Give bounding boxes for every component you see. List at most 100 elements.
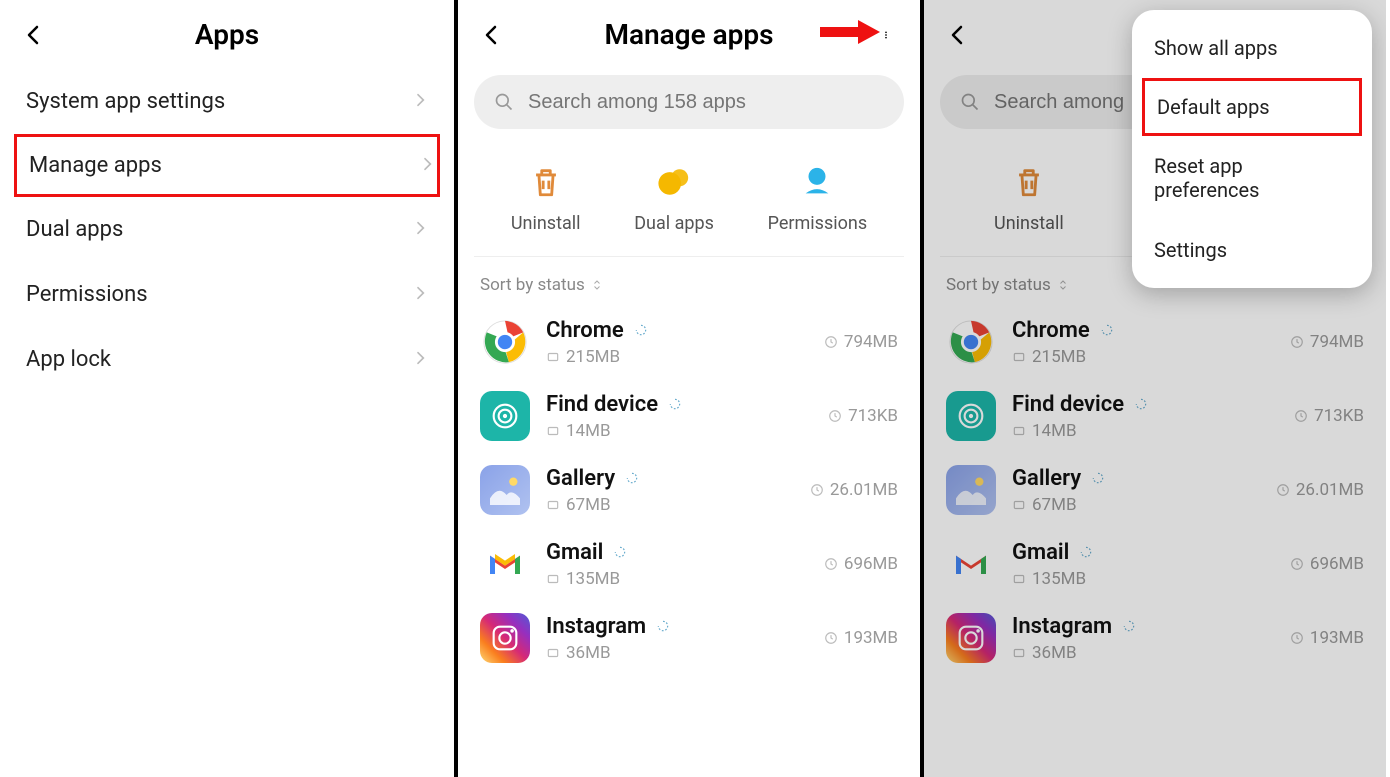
action-label: Uninstall bbox=[994, 213, 1064, 234]
more-vert-icon bbox=[882, 24, 890, 46]
back-button[interactable] bbox=[478, 21, 506, 49]
sort-button[interactable]: Sort by status bbox=[458, 257, 920, 305]
chevron-right-icon bbox=[412, 282, 428, 307]
storage-icon bbox=[546, 646, 560, 660]
app-row-gmail[interactable]: Gmail 135MB 696MB bbox=[924, 527, 1386, 601]
clock-icon bbox=[810, 483, 824, 497]
chevron-right-icon bbox=[412, 347, 428, 372]
app-row-instagram[interactable]: Instagram 36MB 193MB bbox=[458, 601, 920, 675]
app-data: 193MB bbox=[844, 628, 898, 648]
back-button[interactable] bbox=[20, 21, 48, 49]
chevron-right-icon bbox=[412, 89, 428, 114]
app-row-chrome[interactable]: Chrome 215MB 794MB bbox=[458, 305, 920, 379]
app-data: 713KB bbox=[1314, 406, 1364, 426]
app-data: 794MB bbox=[1310, 332, 1364, 352]
search-icon bbox=[960, 92, 980, 112]
back-button[interactable] bbox=[944, 21, 972, 49]
app-row-chrome[interactable]: Chrome 215MB 794MB bbox=[924, 305, 1386, 379]
header: Apps bbox=[0, 0, 454, 69]
app-row-instagram[interactable]: Instagram 36MB 193MB bbox=[924, 601, 1386, 675]
storage-icon bbox=[546, 424, 560, 438]
app-name: Find device bbox=[546, 392, 658, 417]
row-system-app-settings[interactable]: System app settings bbox=[0, 69, 454, 134]
row-label: System app settings bbox=[26, 89, 412, 114]
refresh-badge-icon bbox=[634, 323, 648, 337]
app-row-find-device[interactable]: Find device 14MB 713KB bbox=[458, 379, 920, 453]
storage-icon bbox=[546, 350, 560, 364]
search-input[interactable] bbox=[528, 91, 884, 114]
app-icon-find-device bbox=[480, 391, 530, 441]
trash-icon bbox=[1010, 163, 1048, 201]
app-name: Gmail bbox=[1012, 540, 1069, 565]
action-uninstall[interactable]: Uninstall bbox=[994, 163, 1064, 234]
manage-apps-screen: Manage apps Uninstall Dual apps bbox=[458, 0, 924, 777]
row-dual-apps[interactable]: Dual apps bbox=[0, 197, 454, 262]
app-row-gmail[interactable]: Gmail 135MB 696MB bbox=[458, 527, 920, 601]
refresh-badge-icon bbox=[613, 545, 627, 559]
clock-icon bbox=[828, 409, 842, 423]
refresh-badge-icon bbox=[1091, 471, 1105, 485]
search-icon bbox=[494, 92, 514, 112]
menu-settings[interactable]: Settings bbox=[1132, 220, 1372, 280]
manage-apps-menu-screen: Man Uninstall D . Sort by status Chrome … bbox=[924, 0, 1386, 777]
clock-icon bbox=[1294, 409, 1308, 423]
refresh-badge-icon bbox=[1134, 397, 1148, 411]
clock-icon bbox=[824, 557, 838, 571]
storage-icon bbox=[1012, 350, 1026, 364]
action-permissions[interactable]: Permissions bbox=[768, 163, 868, 234]
app-row-gallery[interactable]: Gallery 67MB 26.01MB bbox=[924, 453, 1386, 527]
sort-caret-icon bbox=[1057, 279, 1069, 291]
clock-icon bbox=[1290, 631, 1304, 645]
app-data: 696MB bbox=[1310, 554, 1364, 574]
storage-icon bbox=[1012, 646, 1026, 660]
row-permissions[interactable]: Permissions bbox=[0, 262, 454, 327]
app-size: 135MB bbox=[1032, 569, 1086, 589]
row-label: Dual apps bbox=[26, 217, 412, 242]
app-row-find-device[interactable]: Find device 14MB 713KB bbox=[924, 379, 1386, 453]
overflow-menu: Show all apps Default apps Reset app pre… bbox=[1132, 10, 1372, 288]
permissions-icon bbox=[798, 163, 836, 201]
menu-show-all-apps[interactable]: Show all apps bbox=[1132, 18, 1372, 78]
page-title: Manage apps bbox=[506, 18, 872, 51]
apps-settings-screen: Apps System app settings Manage apps Dua… bbox=[0, 0, 458, 777]
row-label: App lock bbox=[26, 347, 412, 372]
app-size: 67MB bbox=[566, 495, 611, 515]
app-icon-gmail bbox=[480, 539, 530, 589]
app-icon-instagram bbox=[480, 613, 530, 663]
menu-default-apps[interactable]: Default apps bbox=[1142, 78, 1362, 136]
overflow-menu-button[interactable] bbox=[872, 21, 900, 49]
row-app-lock[interactable]: App lock bbox=[0, 327, 454, 392]
storage-icon bbox=[1012, 424, 1026, 438]
menu-reset-preferences[interactable]: Reset app preferences bbox=[1132, 136, 1372, 220]
clock-icon bbox=[1290, 557, 1304, 571]
header: Manage apps bbox=[458, 0, 920, 69]
row-manage-apps[interactable]: Manage apps bbox=[14, 134, 440, 197]
action-dual-apps[interactable]: Dual apps bbox=[634, 163, 714, 234]
storage-icon bbox=[1012, 498, 1026, 512]
clock-icon bbox=[1276, 483, 1290, 497]
action-strip: Uninstall Dual apps Permissions bbox=[474, 143, 904, 257]
app-size: 135MB bbox=[566, 569, 620, 589]
search-bar[interactable] bbox=[474, 75, 904, 129]
app-icon-gmail bbox=[946, 539, 996, 589]
refresh-badge-icon bbox=[656, 619, 670, 633]
app-name: Instagram bbox=[546, 614, 646, 639]
app-icon-gallery bbox=[946, 465, 996, 515]
app-size: 14MB bbox=[566, 421, 611, 441]
refresh-badge-icon bbox=[668, 397, 682, 411]
app-row-gallery[interactable]: Gallery 67MB 26.01MB bbox=[458, 453, 920, 527]
app-data: 26.01MB bbox=[1296, 480, 1364, 500]
app-name: Instagram bbox=[1012, 614, 1112, 639]
app-name: Chrome bbox=[1012, 318, 1090, 343]
app-size: 215MB bbox=[566, 347, 620, 367]
app-size: 36MB bbox=[1032, 643, 1077, 663]
action-label: Dual apps bbox=[634, 213, 714, 234]
refresh-badge-icon bbox=[1100, 323, 1114, 337]
action-label: Uninstall bbox=[511, 213, 581, 234]
chevron-left-icon bbox=[946, 23, 970, 47]
app-data: 713KB bbox=[848, 406, 898, 426]
action-uninstall[interactable]: Uninstall bbox=[511, 163, 581, 234]
storage-icon bbox=[1012, 572, 1026, 586]
app-name: Chrome bbox=[546, 318, 624, 343]
app-icon-find-device bbox=[946, 391, 996, 441]
